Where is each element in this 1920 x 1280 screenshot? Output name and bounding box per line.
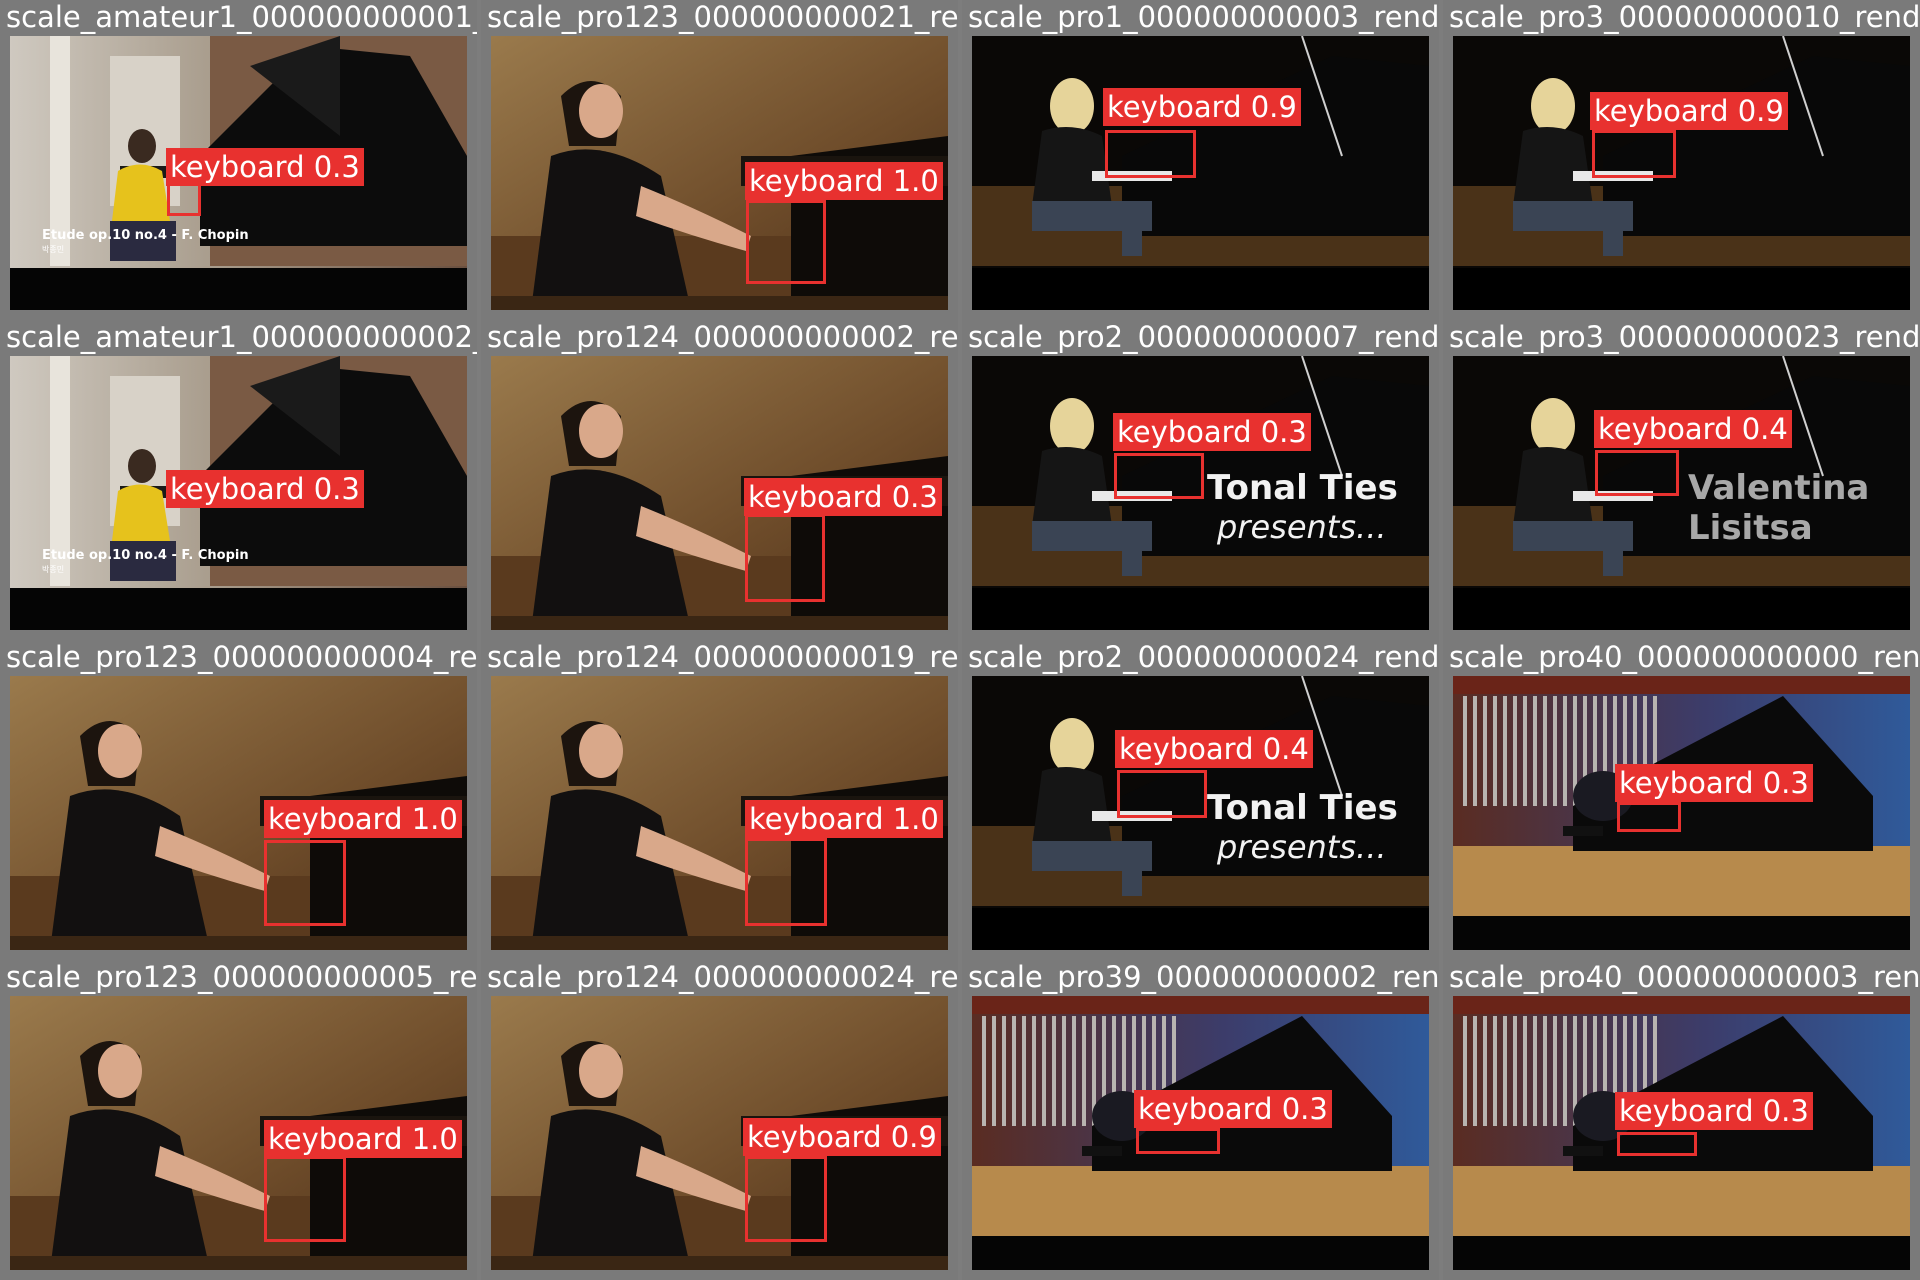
video-overlay-surname: Lisitsa <box>1688 508 1813 548</box>
detection-box <box>1617 1132 1697 1156</box>
tile-filename: scale_amateur1_000000000001_ <box>6 0 477 34</box>
detection-tile: scale_pro2_000000000024_rend Tonal Ties pr… <box>962 640 1439 960</box>
tile-filename: scale_pro123_000000000005_re <box>6 960 477 994</box>
video-caption: Etude op.10 no.4 - F. Chopin <box>42 548 249 563</box>
detection-tile: scale_pro123_000000000004_re keyboard 1.0 <box>0 640 477 960</box>
detection-tile: scale_amateur1_000000000001_ Etude op.10 … <box>0 0 477 320</box>
detection-label: keyboard 0.3 <box>1134 1090 1332 1128</box>
tile-filename: scale_pro124_000000000019_re <box>487 640 958 674</box>
tile-filename: scale_pro2_000000000007_rend <box>968 320 1439 354</box>
detection-box <box>1117 770 1207 818</box>
video-frame <box>1453 676 1910 950</box>
detection-label: keyboard 0.3 <box>166 148 364 186</box>
detection-box <box>264 840 346 926</box>
detection-tile: scale_pro124_000000000024_re keyboard 0.9 <box>481 960 958 1280</box>
detection-grid: scale_amateur1_000000000001_ Etude op.10 … <box>0 0 1920 1280</box>
tile-filename: scale_pro2_000000000024_rend <box>968 640 1439 674</box>
detection-label: keyboard 1.0 <box>745 800 943 838</box>
video-overlay-title: Tonal Ties <box>1207 468 1398 508</box>
detection-tile: scale_pro1_000000000003_rend keyboard 0.9 <box>962 0 1439 320</box>
detection-tile: scale_pro3_000000000023_rend Valentina Lis… <box>1443 320 1920 640</box>
detection-box <box>745 1156 827 1242</box>
detection-box <box>1617 802 1681 832</box>
detection-box <box>1114 453 1204 499</box>
detection-tile: scale_pro123_000000000005_re keyboard 1.0 <box>0 960 477 1280</box>
tile-filename: scale_pro124_000000000024_re <box>487 960 958 994</box>
detection-label: keyboard 0.3 <box>1615 1092 1813 1130</box>
detection-label: keyboard 0.4 <box>1594 410 1792 448</box>
detection-box <box>1592 130 1676 178</box>
video-caption-sub: 박종민 <box>42 565 65 574</box>
detection-box <box>264 1156 346 1242</box>
video-frame <box>1453 36 1910 310</box>
detection-label: keyboard 1.0 <box>264 800 462 838</box>
detection-box <box>745 838 827 926</box>
tile-filename: scale_pro39_000000000002_ren <box>968 960 1439 994</box>
video-caption-sub: 박종민 <box>42 245 65 254</box>
detection-label: keyboard 0.3 <box>166 470 364 508</box>
video-overlay-name: Valentina <box>1688 468 1870 508</box>
detection-box <box>1595 450 1679 496</box>
detection-tile: scale_pro3_000000000010_rend keyboard 0.9 <box>1443 0 1920 320</box>
detection-tile: scale_amateur1_000000000002_ Etude op.10 … <box>0 320 477 640</box>
detection-tile: scale_pro40_000000000000_ren keyboard 0.3 <box>1443 640 1920 960</box>
video-frame <box>972 36 1429 310</box>
detection-label: keyboard 0.3 <box>1615 764 1813 802</box>
video-overlay-subtitle: presents... <box>1217 828 1387 866</box>
detection-label: keyboard 0.9 <box>1103 88 1301 126</box>
tile-filename: scale_pro3_000000000010_rend <box>1449 0 1920 34</box>
video-overlay-subtitle: presents... <box>1217 508 1387 546</box>
video-caption: Etude op.10 no.4 - F. Chopin <box>42 228 249 243</box>
detection-label: keyboard 0.9 <box>743 1118 941 1156</box>
detection-tile: scale_pro39_000000000002_ren keyboard 0.3 <box>962 960 1439 1280</box>
tile-filename: scale_pro124_000000000002_re <box>487 320 958 354</box>
detection-label: keyboard 1.0 <box>264 1120 462 1158</box>
detection-tile: scale_pro40_000000000003_ren keyboard 0.3 <box>1443 960 1920 1280</box>
tile-filename: scale_pro123_000000000004_re <box>6 640 477 674</box>
detection-label: keyboard 0.9 <box>1590 92 1788 130</box>
detection-box <box>745 514 825 602</box>
detection-tile: scale_pro124_000000000019_re keyboard 1.0 <box>481 640 958 960</box>
detection-tile: scale_pro124_000000000002_re keyboard 0.3 <box>481 320 958 640</box>
tile-filename: scale_amateur1_000000000002_ <box>6 320 477 354</box>
detection-box <box>1105 130 1196 178</box>
detection-label: keyboard 0.3 <box>744 478 942 516</box>
detection-label: keyboard 1.0 <box>745 162 943 200</box>
tile-filename: scale_pro40_000000000003_ren <box>1449 960 1920 994</box>
tile-filename: scale_pro3_000000000023_rend <box>1449 320 1920 354</box>
detection-label: keyboard 0.4 <box>1115 730 1313 768</box>
tile-filename: scale_pro1_000000000003_rend <box>968 0 1439 34</box>
detection-box <box>746 200 826 284</box>
tile-filename: scale_pro40_000000000000_ren <box>1449 640 1920 674</box>
detection-box <box>1136 1128 1220 1154</box>
tile-filename: scale_pro123_000000000021_re <box>487 0 958 34</box>
detection-tile: scale_pro123_000000000021_re keyboard 1.0 <box>481 0 958 320</box>
video-overlay-title: Tonal Ties <box>1207 788 1398 828</box>
detection-tile: scale_pro2_000000000007_rend Tonal Ties pr… <box>962 320 1439 640</box>
detection-label: keyboard 0.3 <box>1113 413 1311 451</box>
